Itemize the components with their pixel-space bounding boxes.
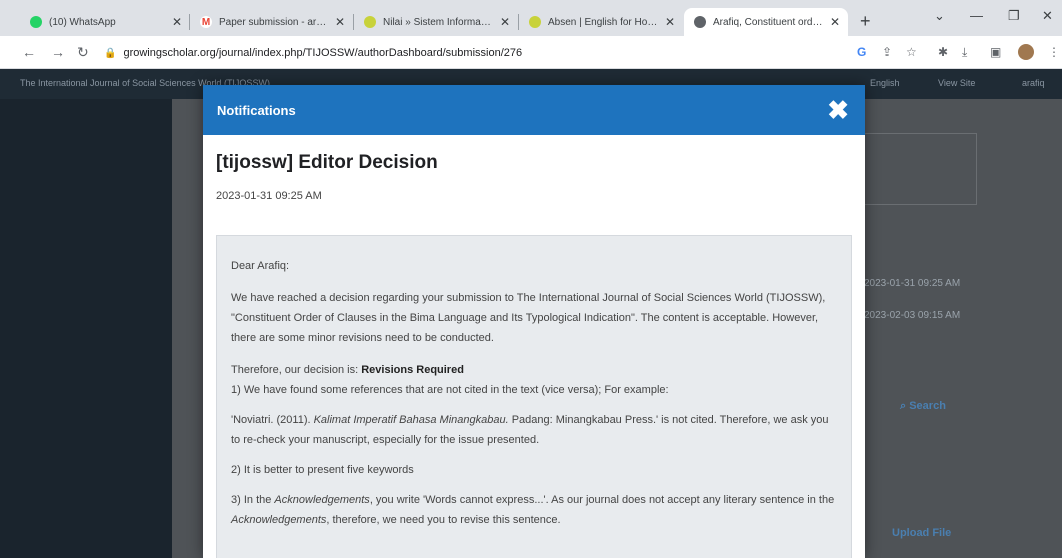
profile-avatar[interactable] bbox=[1018, 44, 1034, 60]
message-subject: [tijossw] Editor Decision bbox=[216, 152, 438, 173]
point-1: 1) We have found some references that ar… bbox=[231, 384, 669, 396]
tab-gmail[interactable]: M Paper submission - arafiq@... ✕ bbox=[190, 8, 353, 36]
sidebar-backdrop bbox=[0, 99, 172, 558]
tab-absen[interactable]: Absen | English for Hotel ... ✕ bbox=[519, 8, 683, 36]
search-button[interactable]: ⌕ Search bbox=[900, 400, 946, 413]
search-label: Search bbox=[909, 400, 946, 412]
notifications-modal: Notifications ✖ [tijossw] Editor Decisio… bbox=[203, 85, 865, 558]
tab-title: Paper submission - arafiq@... bbox=[219, 16, 329, 28]
close-tab-icon[interactable]: ✕ bbox=[830, 15, 840, 29]
tab-title: Absen | English for Hotel ... bbox=[548, 16, 659, 28]
tab-search-icon[interactable]: ⌄ bbox=[934, 8, 945, 24]
close-window-icon[interactable]: ✕ bbox=[1042, 8, 1053, 24]
tab-nilai[interactable]: Nilai » Sistem Informasi A... ✕ bbox=[354, 8, 518, 36]
modal-title: Notifications bbox=[217, 102, 296, 118]
tab-whatsapp[interactable]: (10) WhatsApp ✕ bbox=[20, 8, 190, 36]
greeting: Dear Arafiq: bbox=[231, 260, 290, 272]
tab-title: (10) WhatsApp bbox=[49, 16, 116, 28]
user-link[interactable]: arafiq bbox=[1022, 78, 1045, 88]
extensions-icon[interactable]: ✱ bbox=[938, 45, 948, 59]
reload-icon[interactable]: ↻ bbox=[77, 44, 89, 61]
browser-tab-strip: (10) WhatsApp ✕ M Paper submission - ara… bbox=[0, 0, 1062, 36]
browser-toolbar: ← → ↻ 🔒 growingscholar.org/journal/index… bbox=[0, 36, 1062, 69]
share-icon[interactable]: ⇪ bbox=[882, 45, 892, 59]
lock-icon: 🔒 bbox=[104, 47, 117, 59]
language-link[interactable]: English bbox=[870, 78, 900, 88]
address-bar[interactable]: 🔒 growingscholar.org/journal/index.php/T… bbox=[104, 41, 844, 65]
minimize-icon[interactable]: — bbox=[970, 8, 983, 23]
upload-file-button[interactable]: Upload File bbox=[892, 527, 951, 539]
forward-icon[interactable]: → bbox=[51, 44, 65, 60]
side-panel-icon[interactable]: ▣ bbox=[990, 45, 1001, 59]
site-icon bbox=[364, 16, 376, 28]
menu-icon[interactable]: ⋮ bbox=[1048, 45, 1060, 59]
gmail-icon: M bbox=[200, 16, 212, 28]
bookmark-star-icon[interactable]: ☆ bbox=[906, 45, 917, 59]
reference-title: Kalimat Imperatif Bahasa Minangkabau. bbox=[313, 414, 509, 426]
close-tab-icon[interactable]: ✕ bbox=[335, 15, 345, 29]
history-date: 2023-02-03 09:15 AM bbox=[864, 310, 961, 321]
tab-title: Arafiq, Constituent order ... bbox=[713, 16, 824, 28]
close-tab-icon[interactable]: ✕ bbox=[665, 15, 675, 29]
tab-arafiq[interactable]: Arafiq, Constituent order ... ✕ bbox=[684, 8, 848, 36]
download-icon[interactable]: ⤓ bbox=[962, 45, 967, 60]
point-3: 3) In the Acknowledgements, you write 'W… bbox=[231, 494, 835, 526]
site-icon bbox=[529, 16, 541, 28]
decision-prefix: Therefore, our decision is: bbox=[231, 364, 362, 376]
back-icon[interactable]: ← bbox=[22, 44, 36, 60]
modal-header: Notifications ✖ bbox=[203, 85, 865, 135]
paragraph: We have reached a decision regarding you… bbox=[231, 292, 826, 344]
reference-example: 'Noviatri. (2011). Kalimat Imperatif Bah… bbox=[231, 414, 829, 446]
google-icon[interactable]: G bbox=[857, 45, 866, 59]
tab-title: Nilai » Sistem Informasi A... bbox=[383, 16, 494, 28]
new-tab-button[interactable]: + bbox=[860, 11, 871, 32]
close-tab-icon[interactable]: ✕ bbox=[172, 15, 182, 29]
decision-block: Therefore, our decision is: Revisions Re… bbox=[231, 360, 837, 400]
message-body: Dear Arafiq: We have reached a decision … bbox=[216, 235, 852, 558]
address-url: growingscholar.org/journal/index.php/TIJ… bbox=[123, 47, 523, 59]
point-2: 2) It is better to present five keywords bbox=[231, 464, 414, 476]
decision-value: Revisions Required bbox=[361, 364, 464, 376]
globe-icon bbox=[694, 16, 706, 28]
message-date: 2023-01-31 09:25 AM bbox=[216, 190, 322, 202]
info-box bbox=[862, 133, 977, 205]
close-icon[interactable]: ✖ bbox=[827, 97, 849, 123]
view-site-link[interactable]: View Site bbox=[938, 78, 975, 88]
whatsapp-icon bbox=[30, 16, 42, 28]
close-tab-icon[interactable]: ✕ bbox=[500, 15, 510, 29]
maximize-icon[interactable]: ❐ bbox=[1008, 8, 1020, 24]
history-date: 2023-01-31 09:25 AM bbox=[864, 278, 961, 289]
